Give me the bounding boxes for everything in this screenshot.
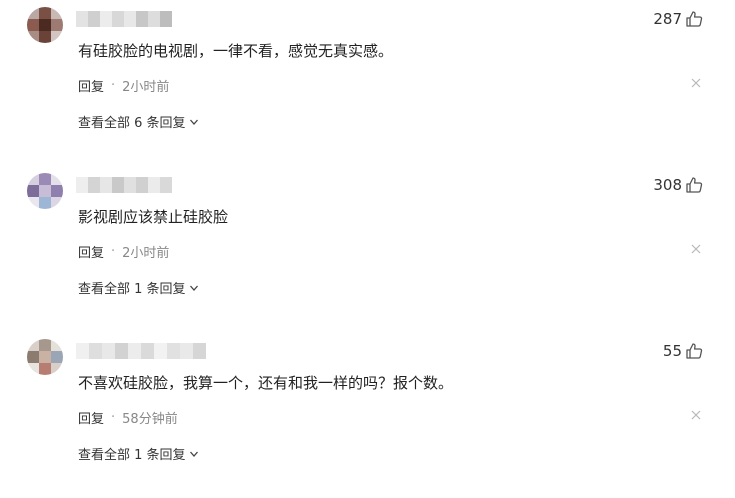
chevron-down-icon [189, 451, 198, 457]
like-button[interactable]: 55 [663, 342, 703, 360]
comment-meta: 回复 · 2小时前 [78, 76, 169, 95]
close-icon[interactable] [691, 244, 701, 254]
reply-button[interactable]: 回复 [78, 408, 104, 427]
view-replies-label: 查看全部 1 条回复 [78, 282, 186, 297]
view-all-replies-link[interactable]: 查看全部 1 条回复 [78, 278, 199, 297]
username-blurred[interactable] [76, 11, 172, 27]
reply-button[interactable]: 回复 [78, 76, 104, 95]
timestamp: 58分钟前 [122, 412, 178, 427]
comment-meta: 回复 · 58分钟前 [78, 408, 178, 427]
timestamp: 2小时前 [122, 80, 170, 95]
close-icon[interactable] [691, 410, 701, 420]
timestamp: 2小时前 [122, 246, 170, 261]
comment-item: 287 有硅胶脸的电视剧，一律不看，感觉无真实感。 回复 · 2小时前 查看全部… [0, 0, 735, 166]
separator-dot: · [111, 410, 116, 425]
username-blurred[interactable] [76, 177, 172, 193]
reply-button[interactable]: 回复 [78, 242, 104, 261]
comment-text: 有硅胶脸的电视剧，一律不看，感觉无真实感。 [78, 42, 394, 60]
username-blurred[interactable] [76, 343, 206, 359]
chevron-down-icon [189, 119, 198, 125]
avatar[interactable] [27, 339, 63, 375]
comment-text: 影视剧应该禁止硅胶脸 [78, 208, 229, 226]
comment-text: 不喜欢硅胶脸，我算一个，还有和我一样的吗？报个数。 [78, 374, 454, 392]
view-replies-label: 查看全部 6 条回复 [78, 116, 186, 131]
avatar[interactable] [27, 173, 63, 209]
thumbs-up-icon [686, 343, 703, 359]
comment-item: 308 影视剧应该禁止硅胶脸 回复 · 2小时前 查看全部 1 条回复 [0, 166, 735, 332]
like-count: 55 [662, 342, 682, 360]
view-all-replies-link[interactable]: 查看全部 6 条回复 [78, 112, 199, 131]
avatar[interactable] [27, 7, 63, 43]
like-button[interactable]: 308 [653, 176, 703, 194]
separator-dot: · [111, 78, 116, 93]
chevron-down-icon [189, 285, 198, 291]
separator-dot: · [111, 244, 116, 259]
comment-meta: 回复 · 2小时前 [78, 242, 169, 261]
like-count: 287 [653, 10, 682, 28]
like-button[interactable]: 287 [653, 10, 703, 28]
view-all-replies-link[interactable]: 查看全部 1 条回复 [78, 444, 199, 463]
thumbs-up-icon [686, 177, 703, 193]
view-replies-label: 查看全部 1 条回复 [78, 448, 186, 463]
thumbs-up-icon [686, 11, 703, 27]
comment-item: 55 不喜欢硅胶脸，我算一个，还有和我一样的吗？报个数。 回复 · 58分钟前 … [0, 332, 735, 498]
like-count: 308 [653, 176, 682, 194]
close-icon[interactable] [691, 78, 701, 88]
